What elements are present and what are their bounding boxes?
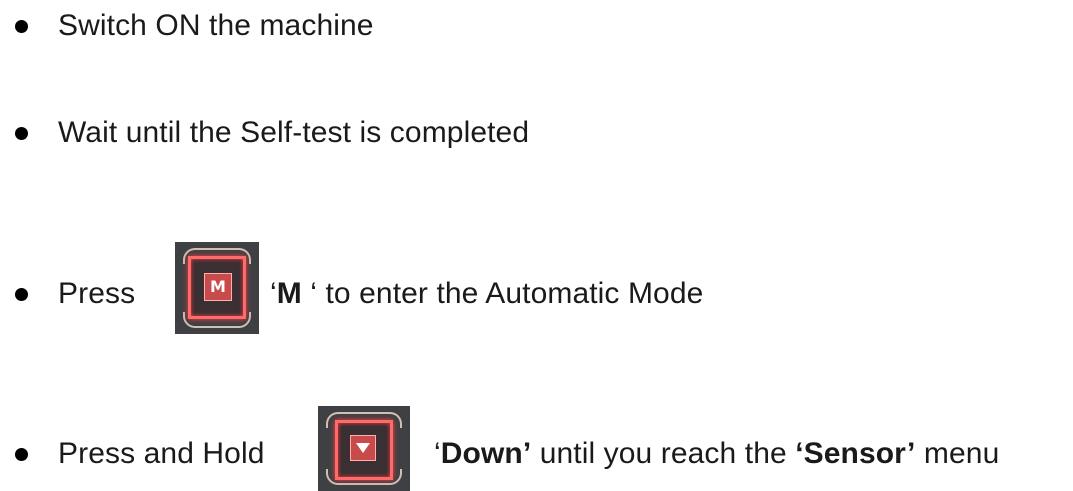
step-text-segment: ‘Sensor’ xyxy=(795,437,916,470)
step-text-segment: ‘ to enter the Automatic Mode xyxy=(301,277,704,310)
step-text: Wait until the Self-test is completed xyxy=(58,116,529,150)
bullet-icon xyxy=(15,447,28,461)
step-text-segment: Switch ON the machine xyxy=(58,9,374,42)
down-arrow-icon xyxy=(356,443,370,453)
step-text-segment: Wait until the Self-test is completed xyxy=(58,116,530,149)
step-text-segment: menu xyxy=(915,437,1000,470)
step-text-segment: until you reach the xyxy=(531,437,796,470)
bullet-icon xyxy=(15,126,28,140)
step-text-segment: ‘ xyxy=(270,277,277,310)
step-prefix: Press xyxy=(58,277,136,310)
m-key-label: M xyxy=(210,277,226,296)
step-text: ‘Down’ until you reach the ‘Sensor’ menu xyxy=(434,437,999,471)
m-key-icon: M xyxy=(175,242,259,334)
step-prefix: Press and Hold xyxy=(58,437,265,470)
step-text: Switch ON the machine xyxy=(58,9,374,43)
bullet-icon xyxy=(15,19,28,33)
down-arrow-key-icon xyxy=(318,406,410,491)
step-text-segment: ‘ xyxy=(434,437,441,470)
bullet-icon xyxy=(15,287,28,301)
step-text-segment: Down’ xyxy=(440,437,532,470)
step-text: ‘M ‘ to enter the Automatic Mode xyxy=(270,277,703,311)
step-text-segment: M xyxy=(276,277,302,310)
